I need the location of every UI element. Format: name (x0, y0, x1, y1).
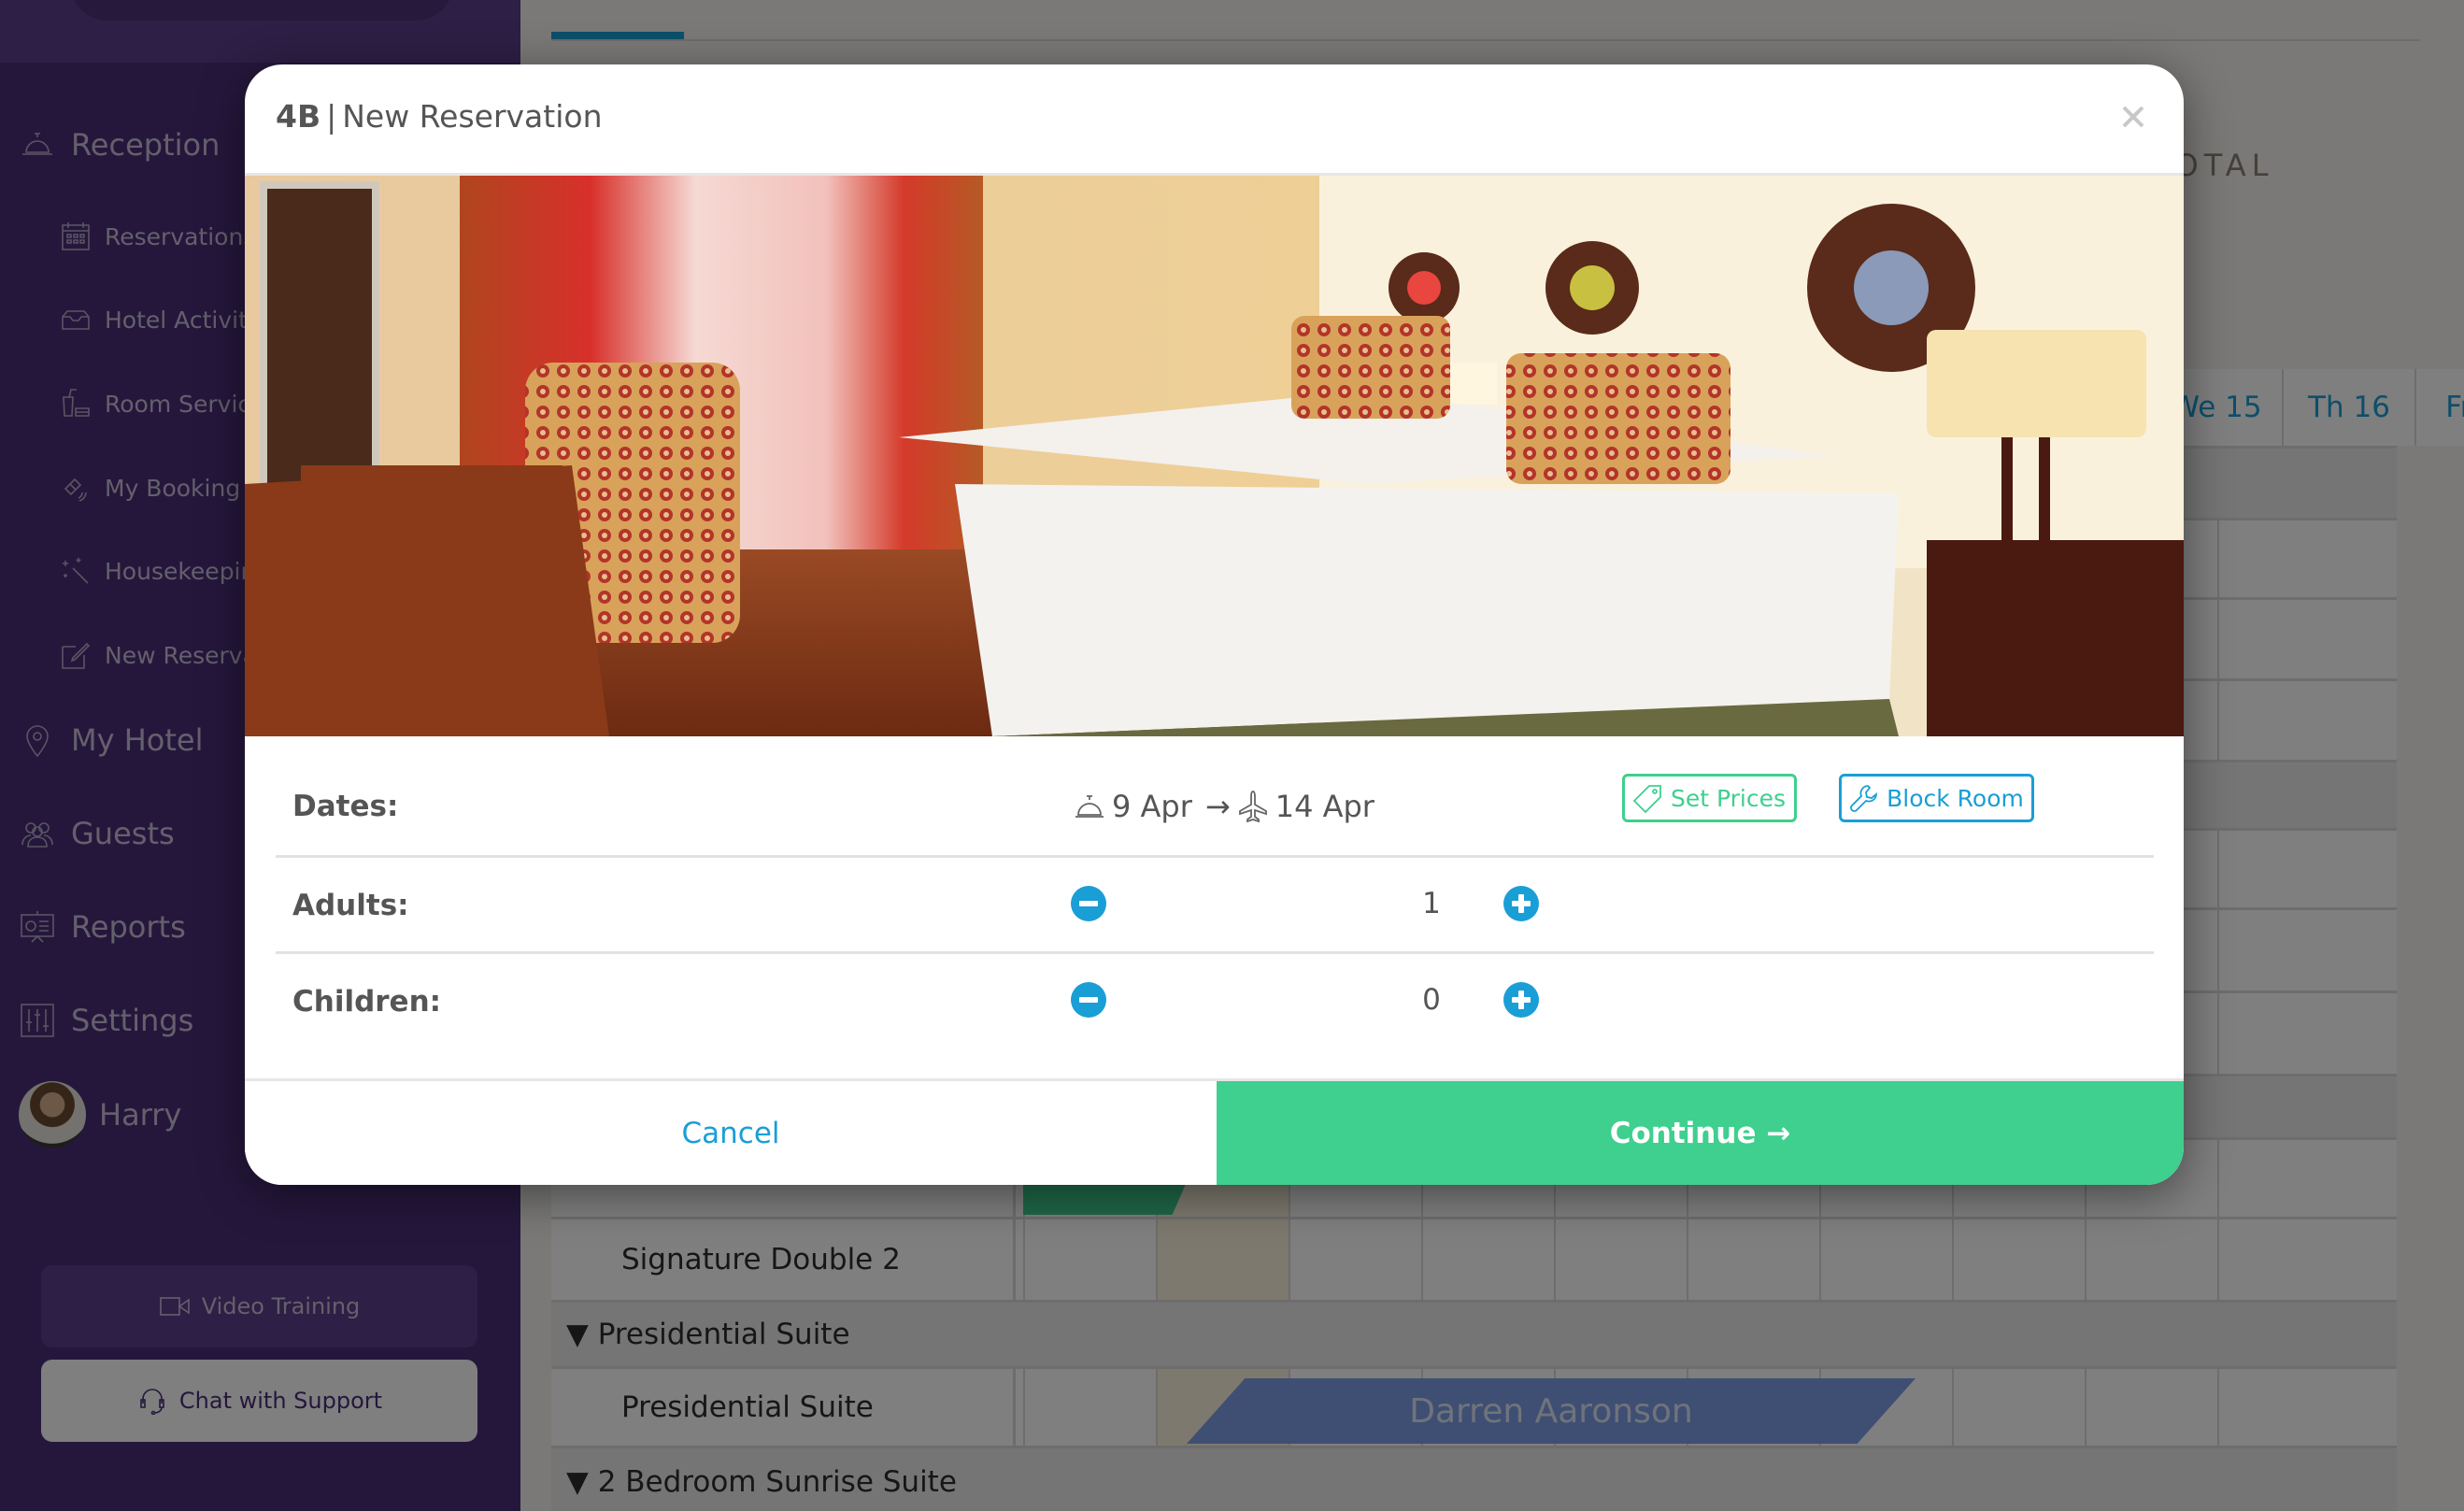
price-tag-icon (1632, 785, 1661, 813)
children-row: Children: 0 (276, 954, 2154, 1050)
dates-label: Dates: (292, 790, 399, 823)
modal-title: 4B | New Reservation (276, 98, 603, 135)
dates-row: Dates: 9 Apr → 14 Apr Set Prices Block R… (276, 736, 2154, 858)
checkin-date: 9 Apr (1112, 789, 1192, 824)
room-number: 4B (276, 98, 321, 135)
title-separator: | (326, 98, 337, 135)
date-arrow: → (1204, 789, 1231, 824)
room-photo (245, 176, 2184, 736)
block-room-button[interactable]: Block Room (1839, 774, 2034, 822)
checkout-date: 14 Apr (1275, 789, 1374, 824)
new-reservation-modal: 4B | New Reservation Dates: 9 Apr → 14 A… (245, 64, 2184, 1185)
adults-row: Adults: 1 (276, 858, 2154, 954)
adults-value: 1 (1422, 887, 1441, 920)
wrench-icon (1850, 785, 1878, 812)
children-decrement-button[interactable] (1071, 982, 1106, 1018)
children-increment-button[interactable] (1503, 982, 1539, 1018)
set-prices-button[interactable]: Set Prices (1622, 774, 1797, 822)
service-bell-icon (1075, 795, 1104, 818)
adults-decrement-button[interactable] (1071, 886, 1106, 921)
room-photo-image (245, 176, 2184, 736)
adults-label: Adults: (292, 889, 409, 922)
modal-header: 4B | New Reservation (245, 64, 2184, 176)
airplane-icon (1238, 791, 1267, 823)
continue-button[interactable]: Continue → (1217, 1081, 2184, 1185)
close-icon (2122, 106, 2144, 128)
close-button[interactable] (2118, 102, 2148, 132)
adults-increment-button[interactable] (1503, 886, 1539, 921)
cancel-button[interactable]: Cancel (245, 1081, 1217, 1185)
date-range[interactable]: 9 Apr → 14 Apr (1073, 789, 1382, 824)
block-room-label: Block Room (1887, 784, 2024, 812)
modal-footer: Cancel Continue → (245, 1078, 2184, 1185)
children-label: Children: (292, 985, 442, 1019)
title-text: New Reservation (342, 98, 603, 135)
children-value: 0 (1422, 983, 1441, 1017)
set-prices-label: Set Prices (1670, 784, 1786, 812)
